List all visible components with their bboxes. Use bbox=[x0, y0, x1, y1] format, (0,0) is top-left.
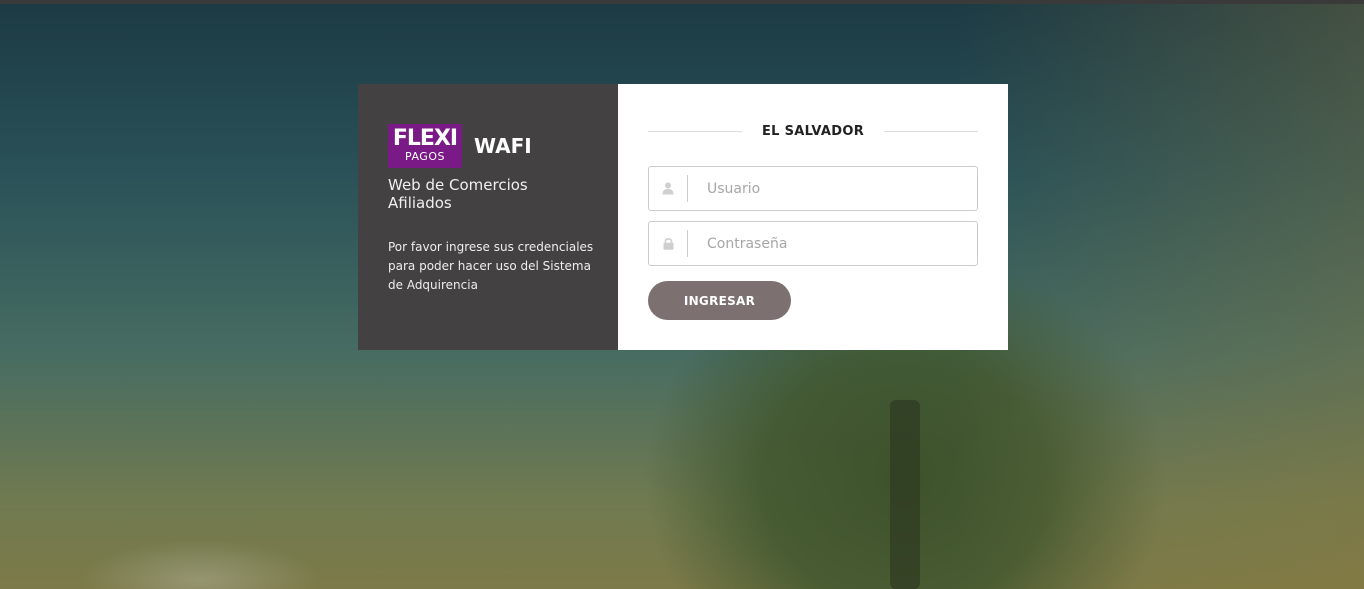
top-bar bbox=[0, 0, 1364, 4]
region-label: EL SALVADOR bbox=[762, 123, 864, 139]
user-icon bbox=[649, 175, 688, 202]
region-header: EL SALVADOR bbox=[648, 116, 978, 146]
username-field[interactable] bbox=[648, 166, 978, 211]
logo-text-top: FLEXI bbox=[392, 126, 458, 151]
divider-left bbox=[648, 130, 742, 132]
login-button[interactable]: INGRESAR bbox=[648, 281, 791, 320]
brand-panel: FLEXI PAGOS WAFI Web de Comercios Afilia… bbox=[358, 84, 618, 350]
app-name: WAFI bbox=[474, 134, 532, 158]
login-form-panel: EL SALVADOR INGRESAR bbox=[618, 84, 1008, 350]
app-subtitle: Web de Comercios Afiliados bbox=[388, 176, 528, 212]
lock-icon bbox=[649, 230, 688, 257]
login-instructions: Por favor ingrese sus credenciales para … bbox=[388, 240, 594, 292]
login-card: FLEXI PAGOS WAFI Web de Comercios Afilia… bbox=[358, 84, 1008, 350]
password-input[interactable] bbox=[705, 227, 959, 260]
password-field[interactable] bbox=[648, 221, 978, 266]
logo-text-bottom: PAGOS bbox=[405, 150, 445, 163]
username-input[interactable] bbox=[705, 172, 959, 205]
divider-right bbox=[884, 130, 978, 132]
brand-header: FLEXI PAGOS WAFI bbox=[388, 124, 588, 168]
flexipagos-logo: FLEXI PAGOS bbox=[388, 124, 462, 168]
